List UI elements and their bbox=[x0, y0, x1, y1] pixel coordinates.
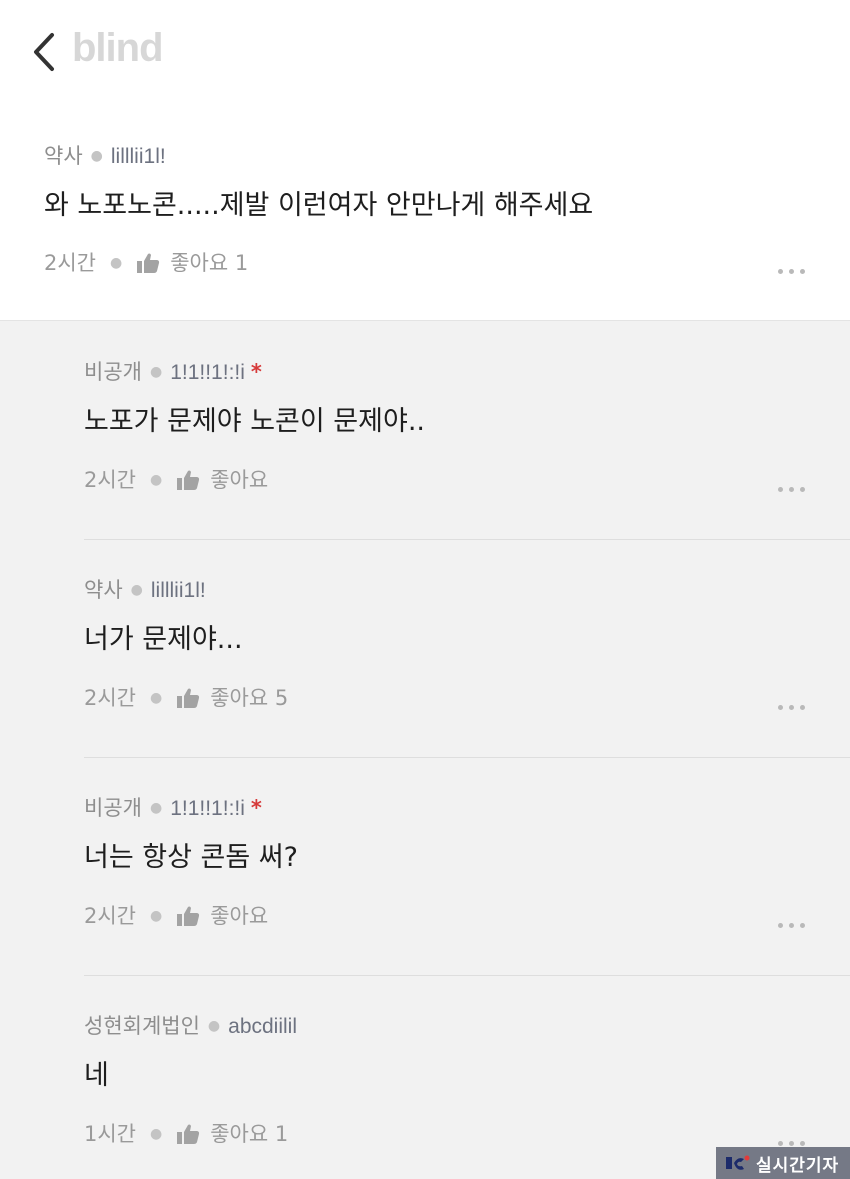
thumbs-up-icon bbox=[177, 688, 200, 708]
dot-icon bbox=[789, 705, 794, 710]
original-poster-mark: * bbox=[250, 796, 262, 820]
like-label: 좋아요 bbox=[210, 904, 269, 928]
like-button[interactable]: 좋아요 bbox=[176, 903, 268, 929]
dot-icon bbox=[800, 269, 805, 274]
like-button[interactable]: 좋아요 5 bbox=[176, 685, 288, 711]
author-company: 약사 bbox=[84, 578, 123, 602]
dot-icon bbox=[800, 923, 805, 928]
footer-separator: ● bbox=[150, 690, 163, 706]
dot-icon bbox=[800, 1141, 805, 1146]
dot-icon bbox=[778, 923, 783, 928]
reply-meta: 비공개 ● 1!1!!1!:!i * bbox=[84, 795, 262, 822]
like-button[interactable]: 좋아요 1 bbox=[136, 250, 248, 276]
comment-content: 와 노포노콘.....제발 이런여자 안만나게 해주세요 bbox=[44, 190, 594, 221]
thumbs-up-icon bbox=[177, 906, 200, 926]
thumbs-up-icon bbox=[177, 470, 200, 490]
dot-icon bbox=[778, 269, 783, 274]
reply-item: 비공개 ● 1!1!!1!:!i * 너는 항상 콘돔 써? 2시간 ● 좋아요 bbox=[84, 757, 850, 975]
meta-separator: ● bbox=[90, 148, 103, 164]
header: blind bbox=[0, 0, 850, 105]
dot-icon bbox=[789, 1141, 794, 1146]
more-options-button[interactable] bbox=[778, 701, 805, 714]
like-label: 좋아요 bbox=[210, 468, 269, 492]
author-company: 비공개 bbox=[84, 360, 142, 384]
reply-content: 네 bbox=[84, 1060, 109, 1091]
original-poster-mark: * bbox=[250, 360, 262, 384]
reply-content: 노포가 문제야 노콘이 문제야.. bbox=[84, 406, 425, 437]
more-options-button[interactable] bbox=[778, 483, 805, 496]
thumbs-up-icon bbox=[177, 1124, 200, 1144]
dot-icon bbox=[789, 923, 794, 928]
chevron-left-icon bbox=[34, 33, 54, 71]
watermark-text: 실시간기자 bbox=[756, 1155, 840, 1176]
reply-item: 비공개 ● 1!1!!1!:!i * 노포가 문제야 노콘이 문제야.. 2시간 ● … bbox=[84, 321, 850, 539]
like-button[interactable]: 좋아요 1 bbox=[176, 1121, 288, 1147]
more-options-button[interactable] bbox=[778, 919, 805, 932]
author-nickname[interactable]: abcdiilil bbox=[228, 1015, 297, 1038]
reply-footer: 2시간 ● 좋아요 bbox=[84, 903, 268, 929]
reply-list: 비공개 ● 1!1!!1!:!i * 노포가 문제야 노콘이 문제야.. 2시간 ● … bbox=[0, 321, 850, 1179]
like-label: 좋아요 1 bbox=[170, 251, 249, 275]
watermark: 실시간기자 bbox=[716, 1147, 850, 1179]
comment-footer: 2시간 ● 좋아요 1 bbox=[44, 250, 248, 276]
reply-content: 너는 항상 콘돔 써? bbox=[84, 842, 298, 873]
author-company: 약사 bbox=[44, 144, 83, 168]
dot-icon bbox=[789, 269, 794, 274]
dot-icon bbox=[789, 487, 794, 492]
author-nickname[interactable]: 1!1!!1!:!i bbox=[170, 797, 245, 820]
author-company: 성현회계법인 bbox=[84, 1014, 200, 1038]
author-company: 비공개 bbox=[84, 796, 142, 820]
dot-icon bbox=[800, 705, 805, 710]
reply-time: 1시간 bbox=[84, 1122, 137, 1146]
more-options-button[interactable] bbox=[778, 265, 805, 278]
author-nickname[interactable]: lilllii1l! bbox=[151, 579, 206, 602]
comment-time: 2시간 bbox=[44, 251, 97, 275]
footer-separator: ● bbox=[150, 1126, 163, 1142]
thumbs-up-icon bbox=[137, 253, 160, 273]
like-button[interactable]: 좋아요 bbox=[176, 467, 268, 493]
meta-separator: ● bbox=[149, 800, 163, 816]
dot-icon bbox=[778, 705, 783, 710]
watermark-logo-icon bbox=[726, 1155, 750, 1170]
like-label: 좋아요 5 bbox=[210, 686, 289, 710]
author-nickname[interactable]: 1!1!!1!:!i bbox=[170, 361, 245, 384]
like-label: 좋아요 1 bbox=[210, 1122, 289, 1146]
comment-meta: 약사 ● lilllii1l! bbox=[44, 143, 166, 170]
reply-time: 2시간 bbox=[84, 468, 137, 492]
back-button[interactable] bbox=[28, 30, 62, 74]
footer-separator: ● bbox=[150, 908, 163, 924]
footer-separator: ● bbox=[110, 255, 123, 271]
dot-icon bbox=[778, 1141, 783, 1146]
app-logo: blind bbox=[72, 26, 164, 70]
meta-separator: ● bbox=[149, 364, 163, 380]
reply-meta: 성현회계법인 ● abcdiilil bbox=[84, 1013, 303, 1040]
blind-app: blind 약사 ● lilllii1l! 와 노포노콘.....제발 이런여자 안… bbox=[0, 0, 850, 1179]
dot-icon bbox=[800, 487, 805, 492]
author-nickname[interactable]: lilllii1l! bbox=[111, 145, 166, 168]
reply-content: 너가 문제야... bbox=[84, 624, 243, 655]
reply-item: 약사 ● lilllii1l! 너가 문제야... 2시간 ● 좋아요 5 bbox=[84, 539, 850, 757]
footer-separator: ● bbox=[150, 472, 163, 488]
reply-meta: 약사 ● lilllii1l! bbox=[84, 577, 212, 604]
meta-separator: ● bbox=[130, 582, 143, 598]
reply-footer: 2시간 ● 좋아요 bbox=[84, 467, 268, 493]
reply-meta: 비공개 ● 1!1!!1!:!i * bbox=[84, 359, 262, 386]
dot-icon bbox=[778, 487, 783, 492]
meta-separator: ● bbox=[207, 1018, 221, 1034]
reply-time: 2시간 bbox=[84, 904, 137, 928]
main-comment: 약사 ● lilllii1l! 와 노포노콘.....제발 이런여자 안만나게 해주… bbox=[0, 105, 850, 320]
reply-time: 2시간 bbox=[84, 686, 137, 710]
reply-footer: 1시간 ● 좋아요 1 bbox=[84, 1121, 288, 1147]
reply-footer: 2시간 ● 좋아요 5 bbox=[84, 685, 288, 711]
